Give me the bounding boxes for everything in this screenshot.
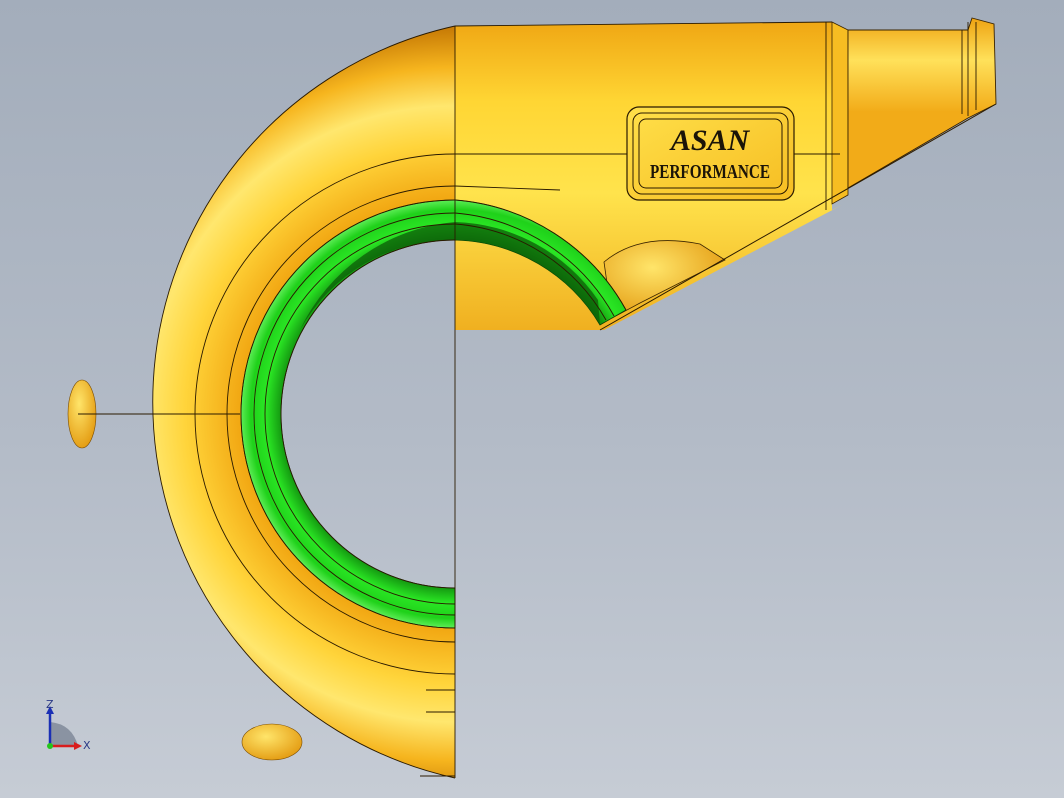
brand-logo-plate: ASAN PERFORMANCE [626,106,795,201]
logo-text-performance: PERFORMANCE [650,161,770,183]
x-axis-arrowhead [74,742,82,750]
logo-text-asan: ASAN [669,124,751,157]
x-axis-label: X [83,739,91,752]
volute-torus [152,26,455,778]
triad-origin [47,743,53,749]
z-axis-label: Z [46,698,54,711]
coordinate-triad: Z X [46,698,91,752]
triad-plane [50,722,78,746]
outlet-nozzle [847,17,997,189]
turbo-compressor-housing-model[interactable]: ASAN PERFORMANCE [0,0,1064,798]
side-boss-bottom [241,723,303,761]
cad-viewport[interactable]: ASAN PERFORMANCE Z X [0,0,1064,798]
outlet-flange [831,21,849,205]
